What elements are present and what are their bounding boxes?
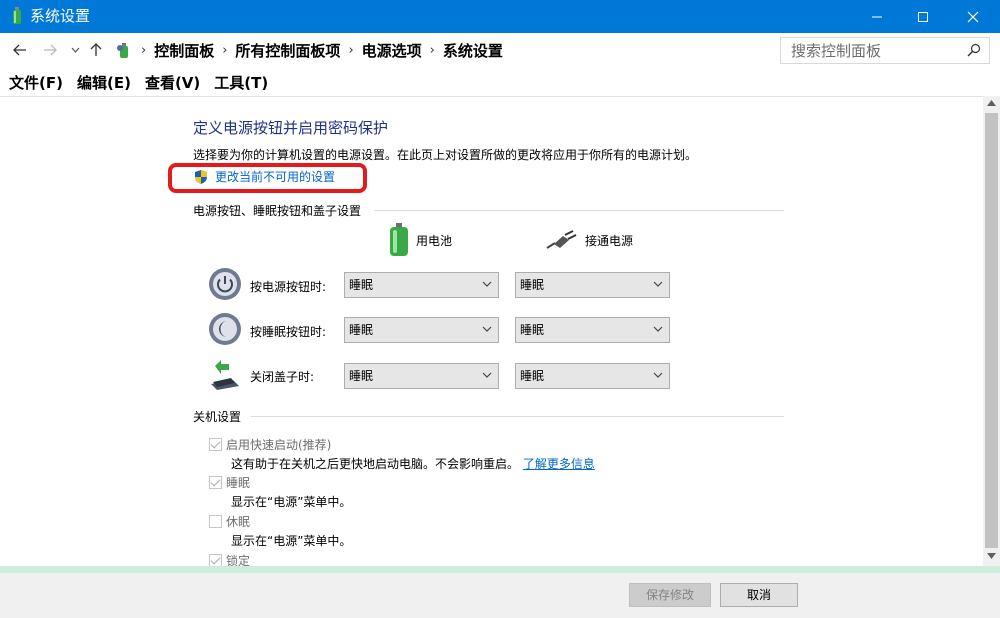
sleep-button-plugged-value: 睡眠 (520, 323, 545, 337)
recent-locations-button[interactable] (68, 40, 82, 60)
sleep-button-battery-select[interactable]: 睡眠 (344, 317, 499, 343)
fast-startup-checkbox[interactable] (209, 438, 222, 451)
sleep-button-label: 按睡眠按钮时: (250, 325, 327, 339)
back-button[interactable] (10, 40, 30, 60)
sleep-option-label: 睡眠 (226, 476, 251, 490)
breadcrumb[interactable]: › 控制面板 › 所有控制面板项 › 电源选项 › 系统设置 (110, 37, 880, 63)
power-plug-icon (546, 230, 577, 249)
sleep-button-plugged-select[interactable]: 睡眠 (515, 317, 670, 343)
minimize-icon (872, 16, 882, 17)
highlight-annotation (168, 163, 367, 193)
search-box[interactable] (780, 37, 990, 64)
menu-view[interactable]: 查看(V) (145, 72, 200, 93)
back-arrow-icon (13, 44, 26, 56)
close-lid-plugged-select[interactable]: 睡眠 (515, 363, 670, 389)
fast-startup-description: 这有助于在关机之后更快地启动电脑。不会影响重启。 了解更多信息 (231, 455, 595, 472)
hibernate-option-label: 休眠 (226, 515, 251, 529)
search-input[interactable] (781, 38, 961, 63)
sleep-button-icon (209, 313, 241, 345)
power-options-app-icon (13, 7, 21, 24)
breadcrumb-control-panel[interactable]: 控制面板 (154, 40, 214, 61)
sleep-checkbox[interactable] (209, 476, 222, 489)
plugged-in-column-header: 接通电源 (545, 230, 633, 250)
save-changes-button[interactable]: 保存修改 (629, 583, 711, 607)
vertical-scrollbar[interactable] (983, 96, 1000, 566)
breadcrumb-separator: › (222, 42, 228, 58)
battery-column-label: 用电池 (416, 233, 453, 248)
close-lid-battery-select[interactable]: 睡眠 (344, 363, 499, 389)
minimize-button[interactable] (854, 0, 900, 33)
maximize-button[interactable] (900, 0, 946, 33)
cancel-button[interactable]: 取消 (720, 583, 798, 607)
plugged-in-column-label: 接通电源 (585, 233, 634, 248)
breadcrumb-separator: › (429, 42, 435, 58)
page-description: 选择要为你的计算机设置的电源设置。在此页上对设置所做的更改将应用于你所有的电源计… (193, 148, 698, 162)
power-buttons-section-title: 电源按钮、睡眠按钮和盖子设置 (193, 204, 362, 218)
scroll-thumb[interactable] (985, 113, 998, 548)
window-title: 系统设置 (30, 7, 91, 25)
forward-button[interactable] (40, 40, 60, 60)
scroll-up-button[interactable] (983, 96, 1000, 113)
section-divider (251, 416, 784, 417)
breadcrumb-system-settings[interactable]: 系统设置 (443, 40, 503, 61)
maximize-icon (918, 11, 928, 22)
button-bar (0, 573, 1000, 618)
scroll-down-icon (987, 553, 996, 559)
breadcrumb-power-options[interactable]: 电源选项 (362, 40, 422, 61)
sleep-button-battery-value: 睡眠 (349, 323, 374, 337)
search-icon[interactable] (967, 43, 981, 57)
bottom-divider (0, 566, 1000, 573)
battery-icon (390, 223, 408, 256)
chevron-down-icon (653, 281, 663, 287)
menu-file[interactable]: 文件(F) (9, 72, 63, 93)
scroll-down-button[interactable] (983, 549, 1000, 566)
menu-tools[interactable]: 工具(T) (214, 72, 268, 93)
chevron-down-icon (482, 372, 492, 378)
sleep-option-description: 显示在“电源”菜单中。 (231, 495, 352, 509)
scroll-up-icon (987, 100, 996, 106)
breadcrumb-separator: › (141, 42, 147, 58)
shutdown-section-title: 关机设置 (193, 410, 242, 424)
fast-startup-label: 启用快速启动(推荐) (226, 438, 332, 452)
section-divider (374, 210, 784, 211)
power-button-plugged-value: 睡眠 (520, 278, 545, 292)
breadcrumb-separator: › (348, 42, 354, 58)
menu-edit[interactable]: 编辑(E) (77, 72, 131, 93)
power-button-label: 按电源按钮时: (250, 280, 327, 294)
close-lid-label: 关闭盖子时: (250, 370, 315, 384)
chevron-down-icon (653, 326, 663, 332)
title-bar: 系统设置 (0, 0, 1000, 33)
hibernate-checkbox[interactable] (209, 515, 222, 528)
content-area (0, 96, 1000, 566)
close-lid-plugged-value: 睡眠 (520, 369, 545, 383)
chevron-down-icon (653, 372, 663, 378)
power-button-battery-select[interactable]: 睡眠 (344, 272, 499, 298)
fast-startup-description-text: 这有助于在关机之后更快地启动电脑。不会影响重启。 (231, 457, 520, 471)
forward-arrow-icon (44, 44, 57, 56)
breadcrumb-all-items[interactable]: 所有控制面板项 (235, 40, 340, 61)
laptop-lid-icon (211, 360, 239, 390)
page-title: 定义电源按钮并启用密码保护 (193, 119, 389, 137)
power-button-plugged-select[interactable]: 睡眠 (515, 272, 670, 298)
up-arrow-icon (90, 43, 102, 56)
close-icon (967, 11, 979, 22)
up-button[interactable] (88, 40, 104, 60)
menu-bar: 文件(F) 编辑(E) 查看(V) 工具(T) (0, 68, 1000, 96)
chevron-down-icon (482, 281, 492, 287)
battery-column-header: 用电池 (388, 223, 452, 257)
close-button[interactable] (946, 0, 1000, 33)
chevron-down-icon (482, 326, 492, 332)
power-button-icon (209, 268, 241, 300)
close-lid-battery-value: 睡眠 (349, 369, 374, 383)
learn-more-link[interactable]: 了解更多信息 (523, 457, 595, 471)
power-button-battery-value: 睡眠 (349, 278, 374, 292)
recent-dropdown-icon (71, 47, 79, 53)
control-panel-icon (117, 43, 128, 58)
hibernate-option-description: 显示在“电源”菜单中。 (231, 534, 352, 548)
